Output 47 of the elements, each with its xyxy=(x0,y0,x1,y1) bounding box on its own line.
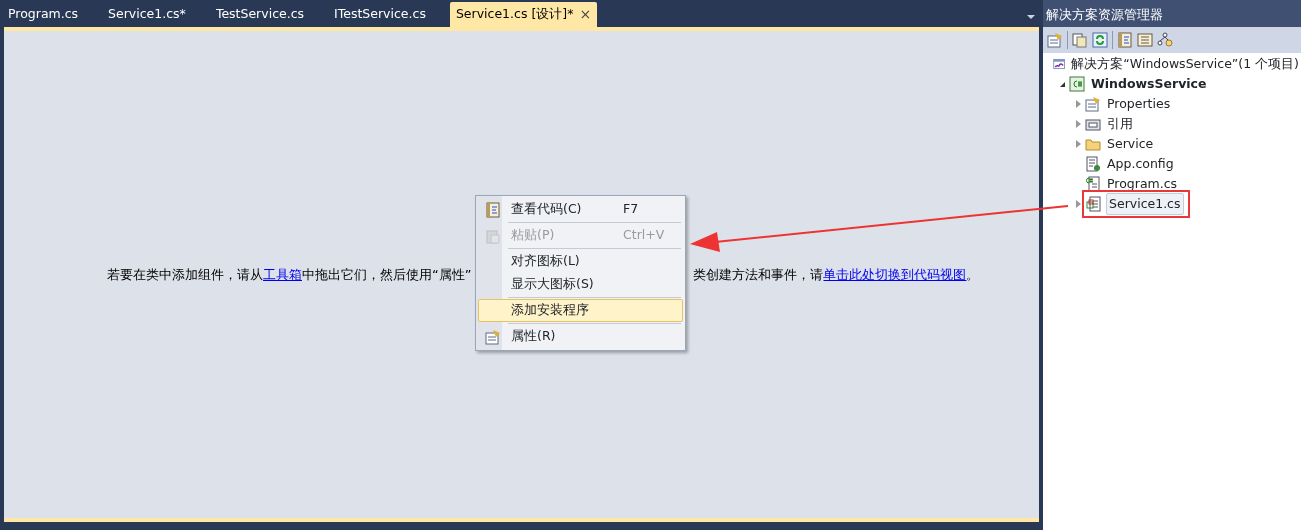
config-file-icon xyxy=(1085,156,1101,172)
csharp-file-icon xyxy=(1085,176,1101,192)
code-icon xyxy=(485,201,501,218)
properties-icon xyxy=(1085,96,1101,112)
list-icon[interactable] xyxy=(1137,32,1153,48)
refresh-icon[interactable] xyxy=(1092,32,1108,48)
document-tab[interactable]: Program.cs xyxy=(2,2,85,27)
component-file-icon xyxy=(1086,196,1102,212)
menu-item[interactable]: 显示大图标(S) xyxy=(478,273,683,296)
properties-icon[interactable] xyxy=(1047,32,1063,48)
folder-icon xyxy=(1085,136,1101,152)
document-tab[interactable]: TestService.cs xyxy=(209,2,311,27)
tree-item[interactable]: Service1.cs xyxy=(1106,192,1184,216)
tree-item[interactable]: 解决方案“WindowsService”(1 个项目) xyxy=(1069,53,1301,75)
link[interactable]: 工具箱 xyxy=(263,266,302,282)
properties-icon xyxy=(485,328,501,345)
code-icon[interactable] xyxy=(1117,32,1133,48)
document-tab[interactable]: Service1.cs [设计]* × xyxy=(449,2,598,27)
hint-text: 若要在类中添加组件，请从工具箱中拖出它们，然后使用“属性” xyxy=(107,265,472,284)
hint-text: 类创建方法和事件，请单击此处切换到代码视图。 xyxy=(693,265,980,284)
tree-item[interactable]: App.config xyxy=(1105,153,1176,175)
tree-item[interactable]: WindowsService xyxy=(1089,73,1209,95)
document-tab[interactable]: Service1.cs* xyxy=(102,2,192,27)
expanded-triangle-icon[interactable] xyxy=(1059,81,1065,87)
tree-item[interactable]: 引用 xyxy=(1105,113,1135,135)
diagram-icon[interactable] xyxy=(1157,32,1173,48)
tree-item[interactable]: Program.cs xyxy=(1105,173,1180,195)
tree-item[interactable]: Service xyxy=(1105,133,1156,155)
dropdown-caret-icon[interactable] xyxy=(1027,15,1035,19)
pages-icon[interactable] xyxy=(1072,32,1088,48)
csharp-project-icon xyxy=(1069,76,1085,92)
tree-item[interactable]: Properties xyxy=(1105,93,1173,115)
collapsed-triangle-icon[interactable] xyxy=(1075,140,1081,148)
collapsed-triangle-icon[interactable] xyxy=(1075,120,1081,128)
menu-item[interactable]: 添加安装程序 xyxy=(478,299,683,322)
menu-item[interactable]: 查看代码(C) F7 xyxy=(478,198,683,221)
collapsed-triangle-icon[interactable] xyxy=(1075,100,1081,108)
collapsed-triangle-icon[interactable] xyxy=(1075,200,1081,208)
menu-item[interactable]: 对齐图标(L) xyxy=(478,250,683,273)
link[interactable]: 单击此处切换到代码视图 xyxy=(823,266,967,282)
references-icon xyxy=(1085,116,1101,132)
close-icon[interactable]: × xyxy=(579,7,592,21)
solution-icon xyxy=(1053,56,1066,72)
menu-item[interactable]: 属性(R) xyxy=(478,325,683,348)
clipboard-icon xyxy=(485,227,501,244)
document-tab[interactable]: ITestService.cs xyxy=(328,2,432,27)
panel-title: 解决方案资源管理器 xyxy=(1043,0,1301,27)
